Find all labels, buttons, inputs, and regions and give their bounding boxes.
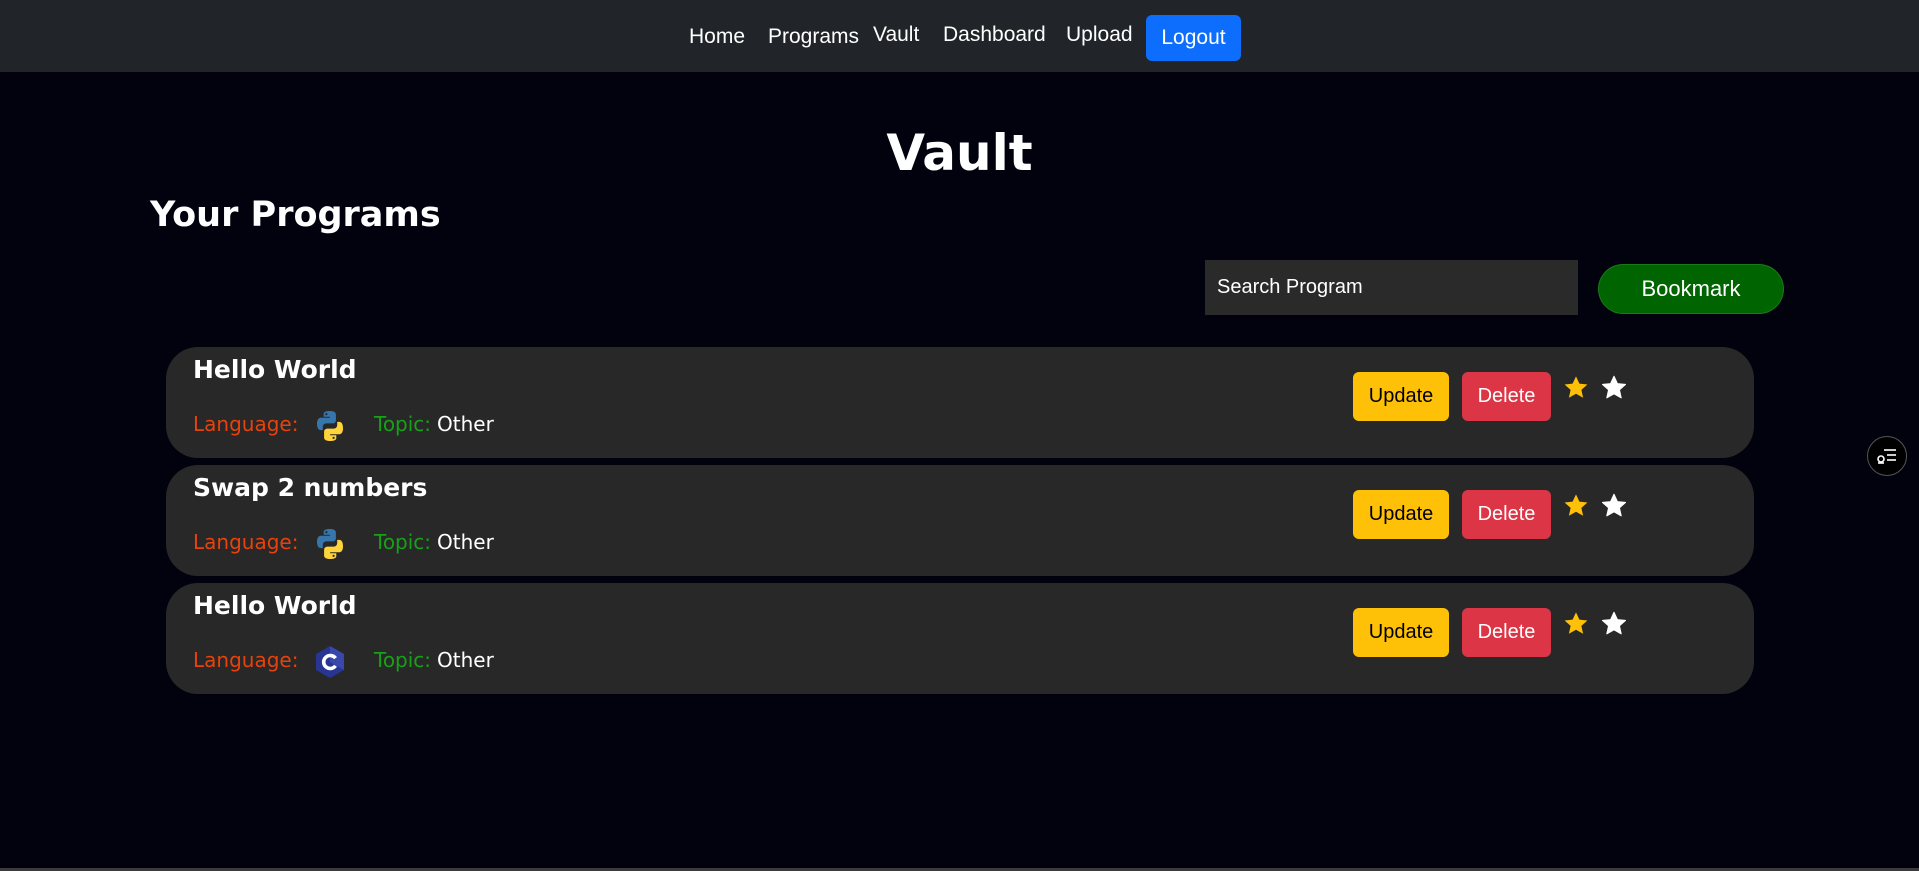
filled-star-icon[interactable]	[1562, 610, 1590, 638]
nav-upload-link[interactable]: Upload	[1066, 23, 1133, 47]
nav-programs-link[interactable]: Programs	[768, 25, 859, 49]
c-language-icon	[316, 646, 344, 678]
nav-vault-link[interactable]: Vault	[873, 23, 919, 47]
language-label: Language:	[193, 530, 299, 554]
program-name[interactable]: Hello World	[193, 355, 357, 384]
section-title: Your Programs	[150, 195, 441, 235]
delete-button[interactable]: Delete	[1462, 490, 1551, 539]
logout-button[interactable]: Logout	[1146, 15, 1241, 61]
language-label: Language:	[193, 412, 299, 436]
update-button[interactable]: Update	[1353, 608, 1449, 657]
page-title: Vault	[886, 124, 1033, 182]
filled-star-icon[interactable]	[1562, 374, 1590, 402]
python-icon	[317, 529, 343, 559]
language-label: Language:	[193, 648, 299, 672]
update-button[interactable]: Update	[1353, 490, 1449, 539]
filled-star-icon[interactable]	[1562, 492, 1590, 520]
top-navbar: Home Programs Vault Dashboard Upload Log…	[0, 0, 1919, 72]
nav-home-link[interactable]: Home	[689, 25, 745, 49]
accessibility-menu-icon	[1877, 449, 1896, 464]
bookmark-button[interactable]: Bookmark	[1599, 265, 1783, 313]
accessibility-menu-button[interactable]	[1867, 436, 1907, 476]
topic-label: Topic:	[374, 412, 432, 436]
topic-value: Other	[437, 530, 494, 554]
search-input[interactable]	[1205, 260, 1578, 315]
nav-dashboard-link[interactable]: Dashboard	[943, 23, 1046, 47]
delete-button[interactable]: Delete	[1462, 372, 1551, 421]
topic-label: Topic:	[374, 648, 432, 672]
topic-value: Other	[437, 412, 494, 436]
program-card: Swap 2 numbers Language: Topic: Other Up…	[166, 465, 1754, 576]
program-name[interactable]: Swap 2 numbers	[193, 473, 427, 502]
topic-label: Topic:	[374, 530, 432, 554]
program-card: Hello World Language: Topic: Other Updat…	[166, 583, 1754, 694]
outline-star-icon[interactable]	[1600, 610, 1628, 638]
delete-button[interactable]: Delete	[1462, 608, 1551, 657]
outline-star-icon[interactable]	[1600, 492, 1628, 520]
python-icon	[317, 411, 343, 441]
outline-star-icon[interactable]	[1600, 374, 1628, 402]
program-name[interactable]: Hello World	[193, 591, 357, 620]
program-card: Hello World Language: Topic: Other Updat…	[166, 347, 1754, 458]
update-button[interactable]: Update	[1353, 372, 1449, 421]
topic-value: Other	[437, 648, 494, 672]
